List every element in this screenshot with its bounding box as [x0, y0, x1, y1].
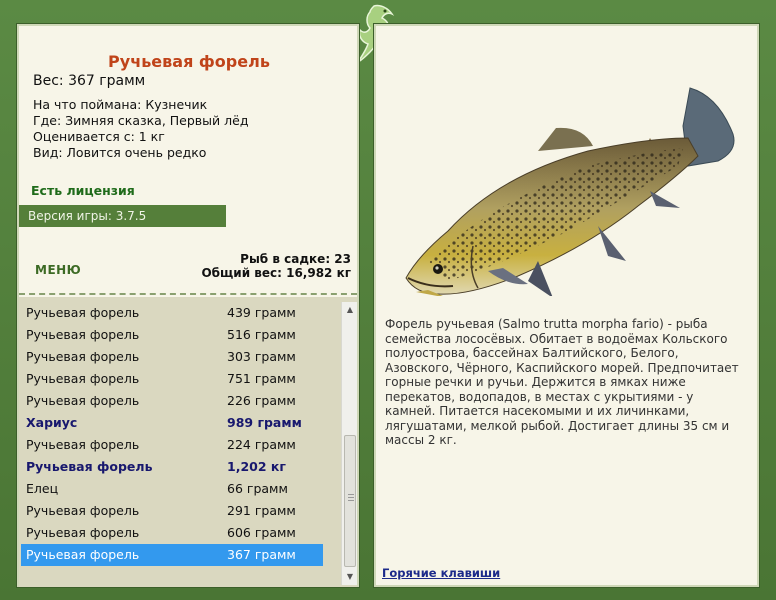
catch-weight: 516 грамм [227, 327, 296, 342]
menu-button[interactable]: МЕНЮ [35, 263, 81, 277]
license-status: Есть лицензия [31, 183, 135, 198]
catch-name: Хариус [26, 415, 78, 430]
list-item[interactable]: Ручьевая форель 291 грамм [21, 500, 323, 522]
catch-weight: 224 грамм [227, 437, 296, 452]
location-line: Где: Зимняя сказка, Первый лёд [33, 113, 249, 128]
fish-weight: Вес: 367 грамм [33, 73, 146, 89]
catch-name: Ручьевая форель [26, 371, 140, 386]
fish-in-cage: Рыб в садке: 23 [240, 252, 351, 266]
valued-from-line: Оценивается с: 1 кг [33, 129, 165, 144]
fish-name-title: Ручьевая форель [108, 52, 270, 71]
fish-description: Форель ручьевая (Salmo trutta morpha far… [385, 317, 739, 447]
catch-weight: 439 грамм [227, 305, 296, 320]
list-item[interactable]: Хариус 989 грамм [21, 412, 323, 434]
catch-name: Ручьевая форель [26, 305, 140, 320]
list-item[interactable]: Ручьевая форель 1,202 кг [21, 456, 323, 478]
caught-on-line: На что поймана: Кузнечик [33, 97, 208, 112]
dashed-divider [19, 293, 357, 295]
fish-description-panel: Форель ручьевая (Salmo trutta morpha far… [373, 23, 760, 588]
scroll-up-arrow-icon[interactable]: ▲ [342, 302, 358, 318]
catch-stats: Рыб в садке: 23 Общий вес: 16,982 кг [201, 252, 351, 280]
catch-name: Елец [26, 481, 59, 496]
list-item-selected[interactable]: Ручьевая форель 367 грамм [21, 544, 323, 566]
catch-name: Ручьевая форель [26, 525, 140, 540]
list-item[interactable]: Ручьевая форель 439 грамм [21, 302, 323, 324]
list-scrollbar[interactable]: ▲ ▼ [341, 302, 357, 585]
catch-weight: 751 грамм [227, 371, 296, 386]
total-weight: Общий вес: 16,982 кг [201, 266, 351, 280]
catch-weight: 66 грамм [227, 481, 288, 496]
catch-weight: 367 грамм [227, 547, 296, 562]
fish-image [405, 87, 735, 296]
list-item[interactable]: Ручьевая форель 224 грамм [21, 434, 323, 456]
list-item[interactable]: Ручьевая форель 516 грамм [21, 324, 323, 346]
version-bar: Версия игры: 3.7.5 [19, 205, 226, 227]
catch-name: Ручьевая форель [26, 503, 140, 518]
scrollbar-grip-icon [348, 497, 354, 498]
catch-weight: 303 грамм [227, 349, 296, 364]
catch-weight: 226 грамм [227, 393, 296, 408]
catch-weight: 291 грамм [227, 503, 296, 518]
list-item[interactable]: Елец 66 грамм [21, 478, 323, 500]
fish-info-panel: Ручьевая форель Вес: 367 грамм На что по… [16, 23, 360, 588]
catch-list[interactable]: Ручьевая форель 439 грамм Ручьевая форель… [19, 297, 357, 587]
catch-name: Ручьевая форель [26, 349, 140, 364]
catch-name: Ручьевая форель [26, 437, 140, 452]
list-item[interactable]: Ручьевая форель 303 грамм [21, 346, 323, 368]
scroll-down-arrow-icon[interactable]: ▼ [342, 569, 358, 585]
catch-name: Ручьевая форель [26, 547, 140, 562]
scrollbar-grip-icon [348, 494, 354, 495]
catch-name: Ручьевая форель [26, 393, 140, 408]
hotkeys-link[interactable]: Горячие клавиши [382, 566, 500, 580]
list-item[interactable]: Ручьевая форель 606 грамм [21, 522, 323, 544]
fish-details: На что поймана: Кузнечик Где: Зимняя ска… [33, 97, 248, 161]
catch-name: Ручьевая форель [26, 327, 140, 342]
list-item[interactable]: Ручьевая форель 751 грамм [21, 368, 323, 390]
catch-weight: 1,202 кг [227, 459, 286, 474]
scrollbar-thumb[interactable] [344, 435, 356, 567]
rarity-line: Вид: Ловится очень редко [33, 145, 207, 160]
catch-name: Ручьевая форель [26, 459, 153, 474]
catch-weight: 606 грамм [227, 525, 296, 540]
list-item[interactable]: Ручьевая форель 226 грамм [21, 390, 323, 412]
scrollbar-grip-icon [348, 500, 354, 501]
catch-weight: 989 грамм [227, 415, 302, 430]
